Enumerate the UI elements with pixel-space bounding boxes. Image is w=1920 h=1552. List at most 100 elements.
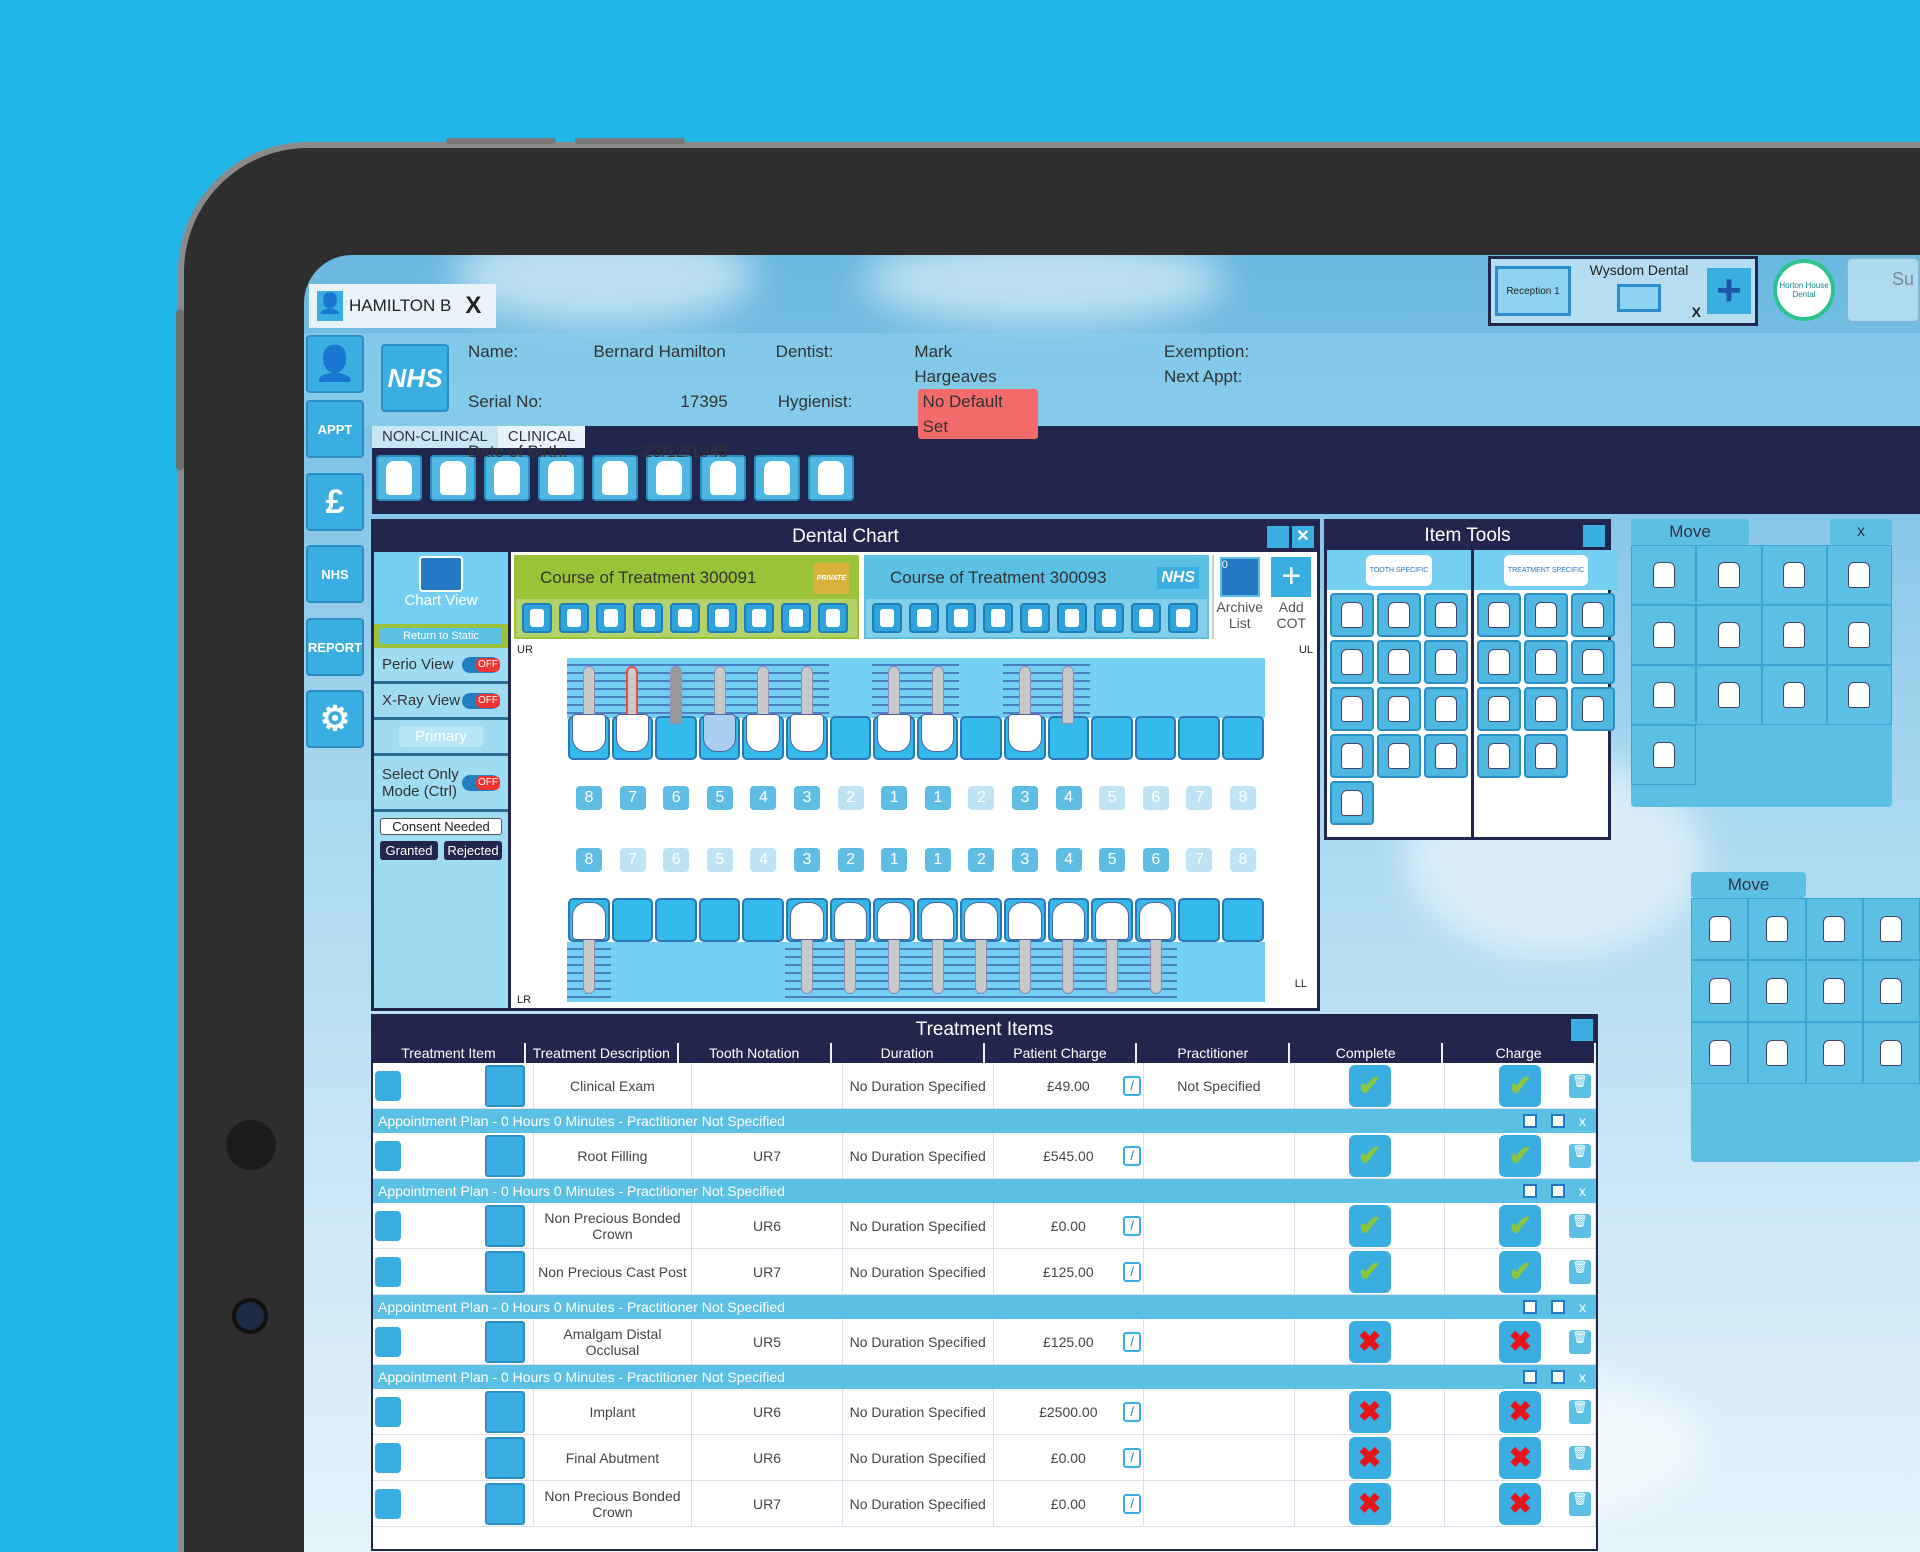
complete-toggle-unchecked[interactable]: ✖ [1348,1320,1391,1363]
upper-tooth-number[interactable]: 3 [794,786,820,810]
pound-calendar-button[interactable] [1020,603,1050,633]
lower-tooth-1[interactable] [567,898,611,1002]
fluoride-item[interactable] [1571,593,1615,637]
upper-tooth-number[interactable]: 5 [706,786,733,810]
lower-tooth-number[interactable]: 6 [1142,848,1169,872]
lower-tooth-number[interactable]: 5 [1099,848,1126,872]
upper-tooth-number[interactable]: 1 [924,786,951,810]
lower-tooth-number[interactable]: 7 [619,848,646,872]
bridge-span-3-item[interactable] [1696,665,1762,725]
upper-tooth-number[interactable]: 7 [619,786,646,810]
edit-charge-icon[interactable]: / [1123,1261,1142,1282]
sleep-item[interactable] [1524,640,1568,684]
upper-tooth-16[interactable] [1221,658,1265,762]
trash-icon[interactable]: 🗑 [1569,1329,1591,1354]
practice-switch[interactable]: Wysdom Dental X [1577,262,1701,320]
upper-tooth-7[interactable] [828,658,873,762]
tooth-clipboard-button[interactable] [909,603,939,633]
bridge-white-2-item[interactable] [1696,605,1762,665]
ball-attachment-item[interactable] [1805,1022,1863,1084]
upper-tooth-number[interactable]: 7 [1186,786,1213,810]
charge-toggle-unchecked[interactable]: ✖ [1499,1390,1542,1433]
tooth-partial-item[interactable] [1862,1022,1920,1084]
face-item[interactable] [1477,687,1521,731]
perio-view-toggle[interactable]: OFF [462,656,500,673]
lower-tooth-number[interactable]: 5 [706,848,733,872]
polish-item[interactable] [1524,593,1568,637]
appointment-plan-row[interactable]: Appointment Plan - 0 Hours 0 Minutes - P… [373,1295,1596,1319]
bridge-dark-item[interactable] [1631,605,1697,665]
upper-tooth-number[interactable]: 5 [1099,786,1126,810]
upper-tooth-number[interactable]: 8 [576,786,602,810]
bridge-white-item[interactable] [1631,545,1697,605]
xray-item[interactable] [1330,781,1374,825]
smile-item[interactable] [1477,734,1521,778]
upper-tooth-number[interactable]: 2 [837,786,864,810]
white-cup-item[interactable] [1748,1022,1806,1084]
complete-toggle-unchecked[interactable]: ✖ [1348,1482,1391,1525]
dentures-item[interactable] [1571,640,1615,684]
complete-toggle-checked[interactable]: ✔ [1348,1204,1391,1247]
lower-tooth-13[interactable] [1090,898,1134,1002]
table-row[interactable]: Non Precious Cast Post UR7 No Duration Spe… [373,1249,1596,1295]
move-handle[interactable]: Move [1691,872,1806,898]
lower-tooth-number[interactable]: 4 [750,848,777,872]
trash-icon[interactable]: 🗑 [1569,1399,1591,1424]
lower-tooth-2[interactable] [610,898,655,1002]
upper-tooth-13[interactable] [1090,658,1134,762]
implant-tooth-item[interactable] [1377,687,1421,731]
sidebar-report-button[interactable]: REPORT [306,618,364,676]
pound-document-button[interactable] [983,603,1013,633]
table-row[interactable]: Non Precious Bonded Crown UR7 No Duration … [373,1481,1596,1527]
settings-sliders-icon[interactable] [1551,1370,1565,1384]
upper-tooth-number[interactable]: 4 [750,786,777,810]
upper-tooth-14[interactable] [1133,658,1178,762]
edit-charge-icon[interactable]: / [1123,1493,1142,1514]
edit-charge-icon[interactable]: / [1123,1075,1142,1096]
upper-tooth-number[interactable]: 8 [1230,786,1256,810]
lab-button[interactable] [946,603,976,633]
archive-button[interactable] [1131,603,1161,633]
tooth-settings-icon[interactable] [375,1070,401,1101]
upper-tooth-number[interactable]: 4 [1055,786,1082,810]
root-canal-item[interactable] [1424,687,1468,731]
tooth-settings-icon[interactable] [375,1140,401,1171]
pin-item[interactable] [1862,960,1920,1022]
tooth-settings-icon[interactable] [375,1210,401,1241]
lower-tooth-number[interactable]: 6 [663,848,690,872]
tooth-tool-button[interactable] [376,455,422,501]
close-icon[interactable]: ✕ [1292,526,1314,548]
lower-tooth-9[interactable] [915,898,960,1002]
bridge-item[interactable] [1377,640,1421,684]
settings-sliders-icon[interactable] [1551,1184,1565,1198]
lower-tooth-number[interactable]: 3 [1012,848,1038,872]
table-row[interactable]: Non Precious Bonded Crown UR6 No Duration … [373,1203,1596,1249]
maryland-bridge-item[interactable] [1761,665,1827,725]
implant-screw-item[interactable] [1691,1022,1749,1084]
pound-document-button[interactable] [633,603,663,633]
lower-tooth-number[interactable]: 2 [837,848,864,872]
lower-tooth-number[interactable]: 2 [968,848,995,872]
trash-button[interactable] [818,603,848,633]
tooth-settings-icon[interactable] [375,1326,401,1357]
calendar-check-icon[interactable] [1523,1300,1537,1314]
trash-icon[interactable]: 🗑 [1569,1143,1591,1168]
grey-crown-item[interactable] [1748,960,1806,1022]
close-plan-button[interactable]: x [1579,1369,1586,1385]
lower-tooth-number[interactable]: 3 [794,848,820,872]
appointment-plan-row[interactable]: Appointment Plan - 0 Hours 0 Minutes - P… [373,1179,1596,1203]
calendar-check-icon[interactable] [1523,1114,1537,1128]
table-row[interactable]: Final Abutment UR6 No Duration Specified £0… [373,1435,1596,1481]
upper-tooth-number[interactable]: 6 [1142,786,1169,810]
close-tab-button[interactable]: X [465,292,481,320]
braces-item[interactable] [1524,687,1568,731]
exam-item[interactable] [1477,593,1521,637]
star-tooth-item[interactable] [1424,734,1468,778]
add-appointment-button[interactable] [522,603,552,633]
charge-toggle-unchecked[interactable]: ✖ [1499,1482,1542,1525]
trash-icon[interactable]: 🗑 [1569,1491,1591,1516]
red-post-item[interactable] [1862,898,1920,960]
printer-item[interactable] [1571,687,1615,731]
patient-tab[interactable]: 👤 HAMILTON B X [309,284,496,328]
grey-post-item[interactable] [1805,898,1863,960]
